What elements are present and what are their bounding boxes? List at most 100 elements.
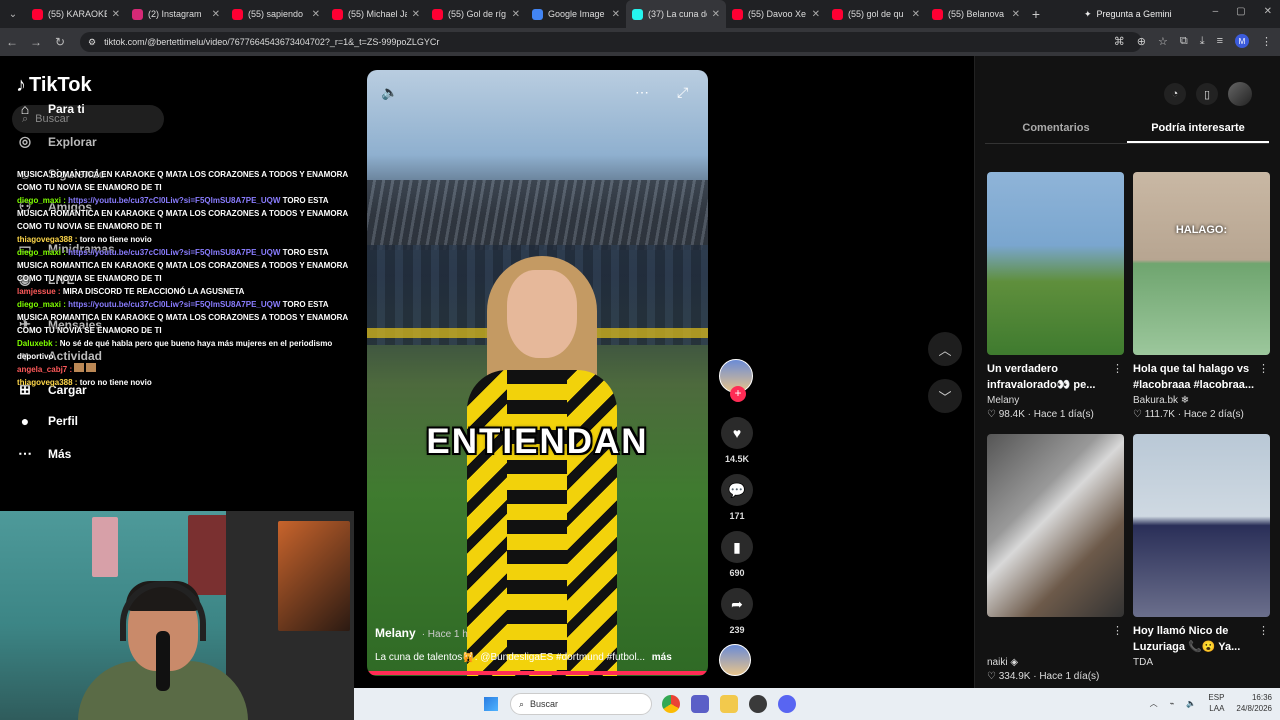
more-link[interactable]: más: [652, 652, 672, 663]
card-more-icon[interactable]: ⋮: [1258, 362, 1269, 375]
browser-tab[interactable]: (55) KARAOKE ✕: [26, 0, 126, 28]
windows-start-icon[interactable]: [484, 697, 498, 711]
tab-search-icon[interactable]: ⌄: [0, 9, 26, 20]
chat-link[interactable]: https://youtu.be/cu37cCl0Liw?si=F5QlmSU8…: [68, 300, 280, 309]
suggested-video-card[interactable]: Un verdadero infravalorado👀 pe... ⋮ Melany…: [987, 172, 1125, 420]
tab-close-icon[interactable]: ✕: [212, 9, 220, 20]
video-thumbnail[interactable]: HALAGO:: [1133, 172, 1270, 355]
taskbar-search[interactable]: ⌕ Buscar: [510, 693, 652, 715]
next-video-button[interactable]: ﹀: [928, 379, 962, 413]
music-disc-button[interactable]: [719, 644, 755, 676]
extensions-icon[interactable]: ⧉: [1180, 35, 1188, 48]
zoom-icon[interactable]: ⊕: [1137, 35, 1146, 48]
card-author[interactable]: Melany: [987, 395, 1125, 406]
browser-tab[interactable]: Google Image ✕: [526, 0, 626, 28]
share-icon[interactable]: ➦: [721, 588, 753, 620]
card-title[interactable]: Un verdadero infravalorado👀 pe...: [987, 361, 1125, 393]
previous-video-button[interactable]: ︿: [928, 332, 962, 366]
tab-close-icon[interactable]: ✕: [512, 9, 520, 20]
suggested-video-card[interactable]: ⋮ naiki ◈ ♡ 334.9K · Hace 1 día(s): [987, 434, 1125, 682]
maximize-icon[interactable]: ▢: [1236, 6, 1245, 17]
close-window-icon[interactable]: ✕: [1264, 6, 1272, 17]
browser-tab[interactable]: (55) gol de qu ✕: [826, 0, 926, 28]
volume-icon[interactable]: 🔈: [381, 84, 398, 101]
suggested-video-card[interactable]: Hoy llamó Nico de Luzuriaga 📞😮 Ya... ⋮ TDA: [1133, 434, 1271, 671]
browser-tab[interactable]: (2) Instagram ✕: [126, 0, 226, 28]
card-more-icon[interactable]: ⋮: [1112, 624, 1123, 637]
tab-comments[interactable]: Comentarios: [985, 120, 1127, 143]
card-author[interactable]: TDA: [1133, 657, 1271, 668]
video-author-name[interactable]: Melany: [375, 626, 416, 640]
card-more-icon[interactable]: ⋮: [1112, 362, 1123, 375]
tab-close-icon[interactable]: ✕: [912, 9, 920, 20]
video-progress-bar[interactable]: [367, 671, 708, 675]
download-icon[interactable]: ⤓: [1200, 35, 1205, 48]
site-info-icon[interactable]: ⚙: [88, 37, 96, 48]
tiktok-logo[interactable]: ♪ TikTok: [16, 74, 92, 97]
discord-icon[interactable]: [778, 695, 796, 713]
menu-dots-icon[interactable]: ⋮: [1261, 35, 1272, 48]
chrome-icon[interactable]: [662, 695, 680, 713]
tray-chevron-icon[interactable]: ︿: [1150, 698, 1158, 709]
fullscreen-icon[interactable]: ⤢: [677, 84, 688, 101]
sidebar-item-parati[interactable]: ⌂ Para ti: [16, 101, 216, 117]
volume-tray-icon[interactable]: 🔈: [1186, 699, 1196, 708]
save-button[interactable]: ▮ 690: [719, 531, 755, 578]
video-thumbnail[interactable]: [987, 172, 1124, 355]
heart-icon[interactable]: ♥: [721, 417, 753, 449]
browser-tab[interactable]: (55) sapiendo ✕: [226, 0, 326, 28]
video-author[interactable]: Melany · Hace 1 h: [375, 626, 468, 640]
video-thumbnail[interactable]: [987, 434, 1124, 617]
tab-close-icon[interactable]: ✕: [712, 9, 720, 20]
card-more-icon[interactable]: ⋮: [1258, 624, 1269, 637]
sidebar-item-más[interactable]: ⋯ Más: [16, 445, 216, 462]
obs-icon[interactable]: [749, 695, 767, 713]
video-player[interactable]: 🔈 ⋯ ⤢ ENTIENDAN Melany · Hace 1 h La cuna…: [367, 70, 708, 676]
video-thumbnail[interactable]: [1133, 434, 1270, 617]
language-indicator[interactable]: ESP LAA: [1208, 692, 1224, 714]
creator-avatar-button[interactable]: +: [719, 359, 755, 402]
teams-icon[interactable]: [691, 695, 709, 713]
user-avatar[interactable]: [1228, 82, 1252, 106]
device-icon[interactable]: ▯: [1196, 83, 1218, 105]
tab-suggested[interactable]: Podría interesarte: [1127, 120, 1269, 143]
minimize-icon[interactable]: –: [1213, 6, 1219, 17]
like-button[interactable]: ♥ 14.5K: [719, 417, 755, 464]
card-title[interactable]: Hola que tal halago vs #lacobraaa #lacob…: [1133, 361, 1271, 393]
browser-tab[interactable]: (37) La cuna de ✕: [626, 0, 726, 28]
comment-button[interactable]: 💬 171: [719, 474, 755, 521]
card-title[interactable]: Hoy llamó Nico de Luzuriaga 📞😮 Ya...: [1133, 623, 1271, 655]
translate-icon[interactable]: ⌘: [1114, 35, 1125, 48]
reload-icon[interactable]: ↻: [48, 35, 72, 49]
share-button[interactable]: ➦ 239: [719, 588, 755, 635]
sidebar-item-perfil[interactable]: ● Perfil: [16, 413, 216, 429]
forward-icon[interactable]: →: [24, 35, 48, 49]
tab-close-icon[interactable]: ✕: [412, 9, 420, 20]
browser-tab[interactable]: (55) Belanova ✕: [926, 0, 1026, 28]
card-title[interactable]: [987, 623, 1125, 655]
chat-link[interactable]: https://youtu.be/cu37cCl0Liw?si=F5QlmSU8…: [68, 196, 280, 205]
card-author[interactable]: Bakura.bk ❄: [1133, 395, 1271, 406]
network-icon[interactable]: ⌁: [1170, 699, 1175, 708]
bookmark-icon[interactable]: ▮: [721, 531, 753, 563]
bookmark-star-icon[interactable]: ☆: [1158, 35, 1168, 48]
video-more-icon[interactable]: ⋯: [635, 84, 649, 101]
browser-tab[interactable]: (55) Gol de ríg ✕: [426, 0, 526, 28]
new-tab-button[interactable]: +: [1026, 6, 1046, 22]
url-field[interactable]: ⚙ tiktok.com/@bertettimelu/video/7677664…: [80, 32, 1142, 52]
tab-close-icon[interactable]: ✕: [112, 9, 120, 20]
clock[interactable]: 16:36 24/8/2026: [1236, 692, 1272, 714]
profile-avatar[interactable]: M: [1235, 34, 1249, 48]
browser-tab[interactable]: (55) Davoo Xe ✕: [726, 0, 826, 28]
reading-list-icon[interactable]: ≡: [1217, 35, 1223, 47]
back-icon[interactable]: ←: [0, 35, 24, 49]
tab-close-icon[interactable]: ✕: [312, 9, 320, 20]
tab-close-icon[interactable]: ✕: [812, 9, 820, 20]
tab-close-icon[interactable]: ✕: [612, 9, 620, 20]
music-disc-icon[interactable]: [719, 644, 751, 676]
follow-plus-icon[interactable]: +: [730, 386, 746, 402]
suggested-video-card[interactable]: HALAGO: Hola que tal halago vs #lacobraaa…: [1133, 172, 1271, 420]
sidebar-item-explorar[interactable]: ◎ Explorar: [16, 133, 216, 150]
file-explorer-icon[interactable]: [720, 695, 738, 713]
chat-link[interactable]: https://youtu.be/cu37cCl0Liw?si=F5QlmSU8…: [68, 248, 280, 257]
